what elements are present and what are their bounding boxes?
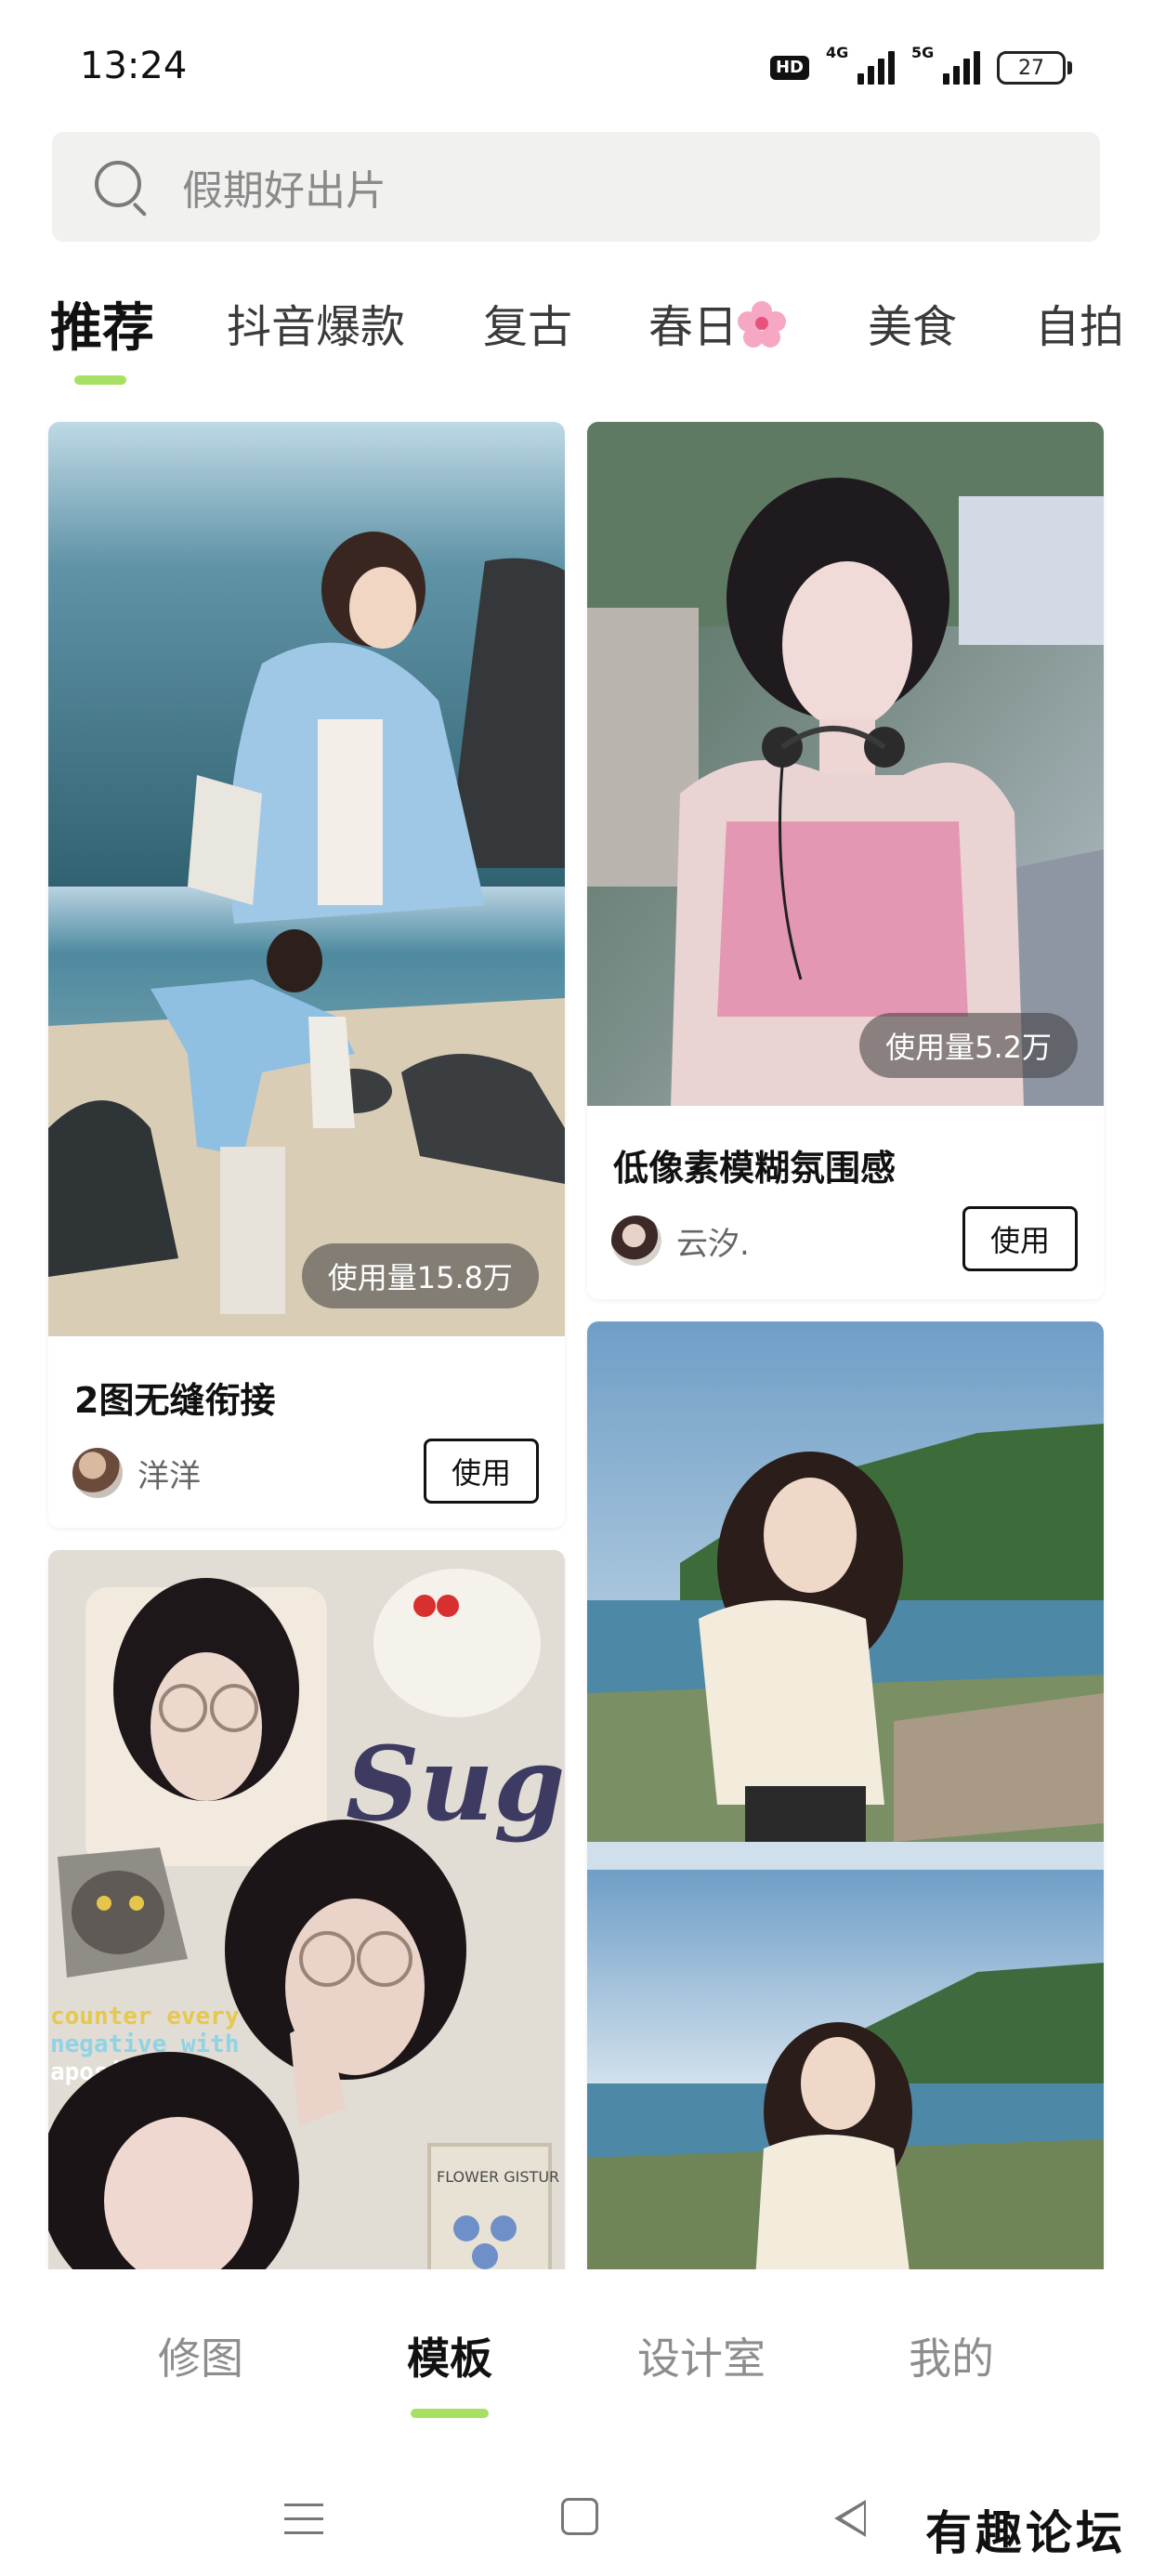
- author-avatar: [72, 1448, 123, 1498]
- search-bar[interactable]: 假期好出片: [52, 132, 1100, 242]
- category-tabs: 推荐 抖音爆款 复古 春日 美食 自拍: [0, 290, 1152, 392]
- template-card[interactable]: [587, 1321, 1104, 2269]
- template-thumbnail[interactable]: 使用量15.8万: [48, 422, 565, 1336]
- battery-icon: 27: [997, 51, 1072, 85]
- hd-voice-icon: HD: [769, 56, 809, 80]
- street-portrait-photo: [587, 422, 1104, 1106]
- tab-spring[interactable]: 春日: [648, 290, 787, 355]
- use-template-button[interactable]: 使用: [424, 1439, 539, 1504]
- system-navigation-bar: 有趣论坛: [0, 2427, 1152, 2576]
- template-title: 2图无缝衔接: [74, 1380, 276, 1421]
- nav-edit-photo[interactable]: 修图: [158, 2325, 243, 2386]
- use-template-button[interactable]: 使用: [962, 1206, 1078, 1271]
- status-time: 13:24: [80, 45, 188, 87]
- tab-spring-label: 春日: [648, 301, 739, 353]
- tab-douyin-hits[interactable]: 抖音爆款: [227, 290, 405, 355]
- svg-text:FLOWER GISTUR: FLOWER GISTUR: [437, 2168, 559, 2186]
- template-author: 洋洋: [72, 1448, 201, 1498]
- template-title: 低像素模糊氛围感: [613, 1148, 897, 1189]
- recent-apps-icon[interactable]: [284, 2502, 323, 2535]
- beach-photo: [48, 422, 565, 1336]
- cliff-portrait-photo: [587, 1321, 1104, 2269]
- search-placeholder: 假期好出片: [182, 167, 386, 215]
- tab-selfie[interactable]: 自拍: [1035, 290, 1124, 355]
- status-icons: HD 4G 5G 27: [769, 44, 1072, 89]
- collage-photo: Suga counter every negative with apositi…: [48, 1550, 565, 2269]
- template-author: 云汐.: [611, 1216, 750, 1266]
- template-thumbnail[interactable]: [587, 1321, 1104, 2269]
- status-bar: 13:24 HD 4G 5G 27: [0, 0, 1152, 130]
- signal-5g-icon: 5G: [911, 44, 980, 85]
- tab-food[interactable]: 美食: [868, 290, 957, 355]
- active-nav-indicator: [411, 2409, 489, 2418]
- cherry-blossom-icon: [738, 301, 787, 349]
- home-icon[interactable]: [561, 2498, 598, 2535]
- template-card[interactable]: 使用量5.2万 低像素模糊氛围感 云汐. 使用: [587, 422, 1104, 1299]
- author-avatar: [611, 1216, 661, 1266]
- search-icon: [93, 159, 149, 217]
- bottom-navigation: 修图 模板 设计室 我的: [0, 2269, 1152, 2427]
- tab-recommend[interactable]: 推荐: [50, 286, 154, 361]
- svg-text:counter every: counter every: [50, 2003, 240, 2031]
- tab-retro[interactable]: 复古: [483, 290, 572, 355]
- signal-4g-icon: 4G: [826, 44, 895, 85]
- nav-templates[interactable]: 模板: [407, 2325, 492, 2386]
- nav-design-studio[interactable]: 设计室: [637, 2325, 766, 2386]
- author-name: 洋洋: [137, 1457, 201, 1495]
- usage-count-badge: 使用量5.2万: [859, 1013, 1078, 1078]
- usage-count-badge: 使用量15.8万: [301, 1243, 539, 1308]
- author-name: 云汐.: [676, 1225, 750, 1263]
- battery-level: 27: [997, 51, 1066, 85]
- active-tab-indicator: [74, 375, 126, 385]
- nav-me[interactable]: 我的: [909, 2325, 994, 2386]
- back-icon[interactable]: [834, 2500, 866, 2537]
- template-card[interactable]: 使用量15.8万 2图无缝衔接 洋洋 使用: [48, 422, 565, 1528]
- template-card[interactable]: Suga counter every negative with apositi…: [48, 1550, 565, 2269]
- watermark: 有趣论坛: [925, 2505, 1126, 2560]
- template-thumbnail[interactable]: 使用量5.2万: [587, 422, 1104, 1106]
- template-feed[interactable]: 使用量15.8万 2图无缝衔接 洋洋 使用 使用量5.2万 低像素模糊氛围感 云…: [0, 420, 1152, 2269]
- template-thumbnail[interactable]: Suga counter every negative with apositi…: [48, 1550, 565, 2269]
